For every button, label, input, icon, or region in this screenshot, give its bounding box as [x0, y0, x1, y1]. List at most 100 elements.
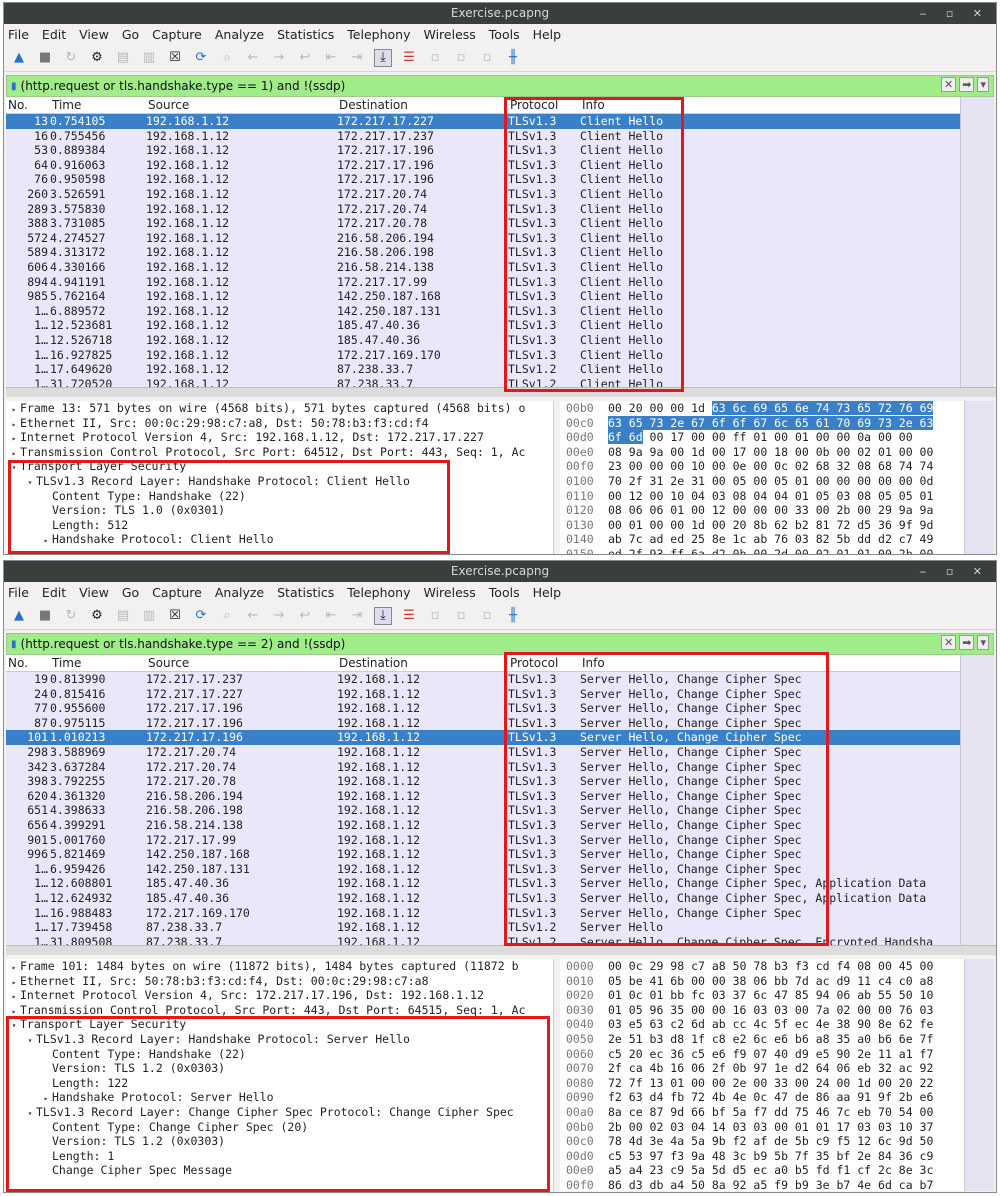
- menu-help[interactable]: Help: [533, 27, 562, 42]
- packet-list-scrollbar[interactable]: [960, 655, 994, 945]
- menu-analyze[interactable]: Analyze: [215, 585, 264, 600]
- detail-row[interactable]: Version: TLS 1.0 (0x0301): [6, 503, 553, 518]
- detail-row[interactable]: Length: 1: [6, 1149, 553, 1164]
- hex-bytes[interactable]: 72 7f 13 01 00 00 2e 00 33 00 24 00 1d 0…: [608, 1076, 933, 1090]
- display-filter-bar[interactable]: ▮ (http.request or tls.handshake.type ==…: [6, 75, 994, 97]
- reload-icon[interactable]: ⟳: [192, 49, 210, 67]
- packet-row[interactable]: 19 0.813990 172.217.17.237 192.168.1.12 TLSv…: [6, 672, 962, 687]
- menu-view[interactable]: View: [79, 585, 109, 600]
- detail-row[interactable]: Version: TLS 1.2 (0x0303): [6, 1061, 553, 1076]
- close-file-icon[interactable]: ☒: [166, 49, 184, 67]
- packet-row[interactable]: 298 3.588969 172.217.20.74 192.168.1.12 TLSv…: [6, 745, 962, 760]
- menu-analyze[interactable]: Analyze: [215, 27, 264, 42]
- autoscroll-icon[interactable]: ⤓: [374, 48, 392, 67]
- window-controls[interactable]: ‒ ▫ ✕: [919, 561, 990, 582]
- hex-bytes[interactable]: 00 20 00 00 1d 63 6c 69 65 6e 74 73 65 7…: [608, 401, 934, 415]
- back-icon[interactable]: ←: [244, 49, 262, 67]
- bookmark-icon[interactable]: ▮: [11, 639, 17, 650]
- expanded-arrow-icon[interactable]: ▾: [24, 1036, 36, 1045]
- expanded-arrow-icon[interactable]: ▾: [24, 478, 36, 487]
- hex-bytes[interactable]: 2e 51 b3 d8 1f c8 e2 6c e6 b6 a8 35 a0 b…: [608, 1032, 933, 1046]
- hex-bytes[interactable]: ab 7c ad ed 25 8e 1c ab 76 03 82 5b dd d…: [608, 532, 933, 546]
- shark-fin-start-icon[interactable]: ▲: [10, 49, 28, 67]
- packet-row[interactable]: 656 4.399291 216.58.214.138 192.168.1.12 TLS…: [6, 818, 962, 833]
- collapsed-arrow-icon[interactable]: ▸: [8, 992, 20, 1001]
- packet-row[interactable]: 620 4.361320 216.58.206.194 192.168.1.12 TLS…: [6, 789, 962, 804]
- packet-row[interactable]: 589 4.313172 192.168.1.12 216.58.206.198 TLS…: [6, 245, 962, 260]
- col-protocol[interactable]: Protocol: [510, 656, 558, 670]
- col-no[interactable]: No.: [8, 98, 28, 112]
- packet-row[interactable]: 1… 12.624932 185.47.40.36 192.168.1.12 TLSv1…: [6, 891, 962, 906]
- hex-bytes[interactable]: 63 65 73 2e 67 6f 6f 67 6c 65 61 70 69 7…: [608, 415, 934, 430]
- col-time[interactable]: Time: [52, 98, 81, 112]
- menu-tools[interactable]: Tools: [489, 585, 520, 600]
- detail-row[interactable]: ▸ Frame 13: 571 bytes on wire (4568 bits)…: [6, 401, 553, 416]
- filter-dropdown-icon[interactable]: ▾: [977, 77, 989, 92]
- hex-bytes[interactable]: 03 e5 63 c2 6d ab cc 4c 5f ec 4e 38 90 8…: [608, 1017, 933, 1031]
- hex-bytes[interactable]: 08 9a 9a 00 1d 00 17 00 18 00 0b 00 02 0…: [608, 445, 933, 459]
- collapsed-arrow-icon[interactable]: ▸: [8, 1007, 20, 1016]
- apply-filter-icon[interactable]: ➡: [959, 635, 975, 650]
- packet-row[interactable]: 1… 31.809508 87.238.33.7 192.168.1.12 TLSv1.…: [6, 935, 962, 945]
- hex-bytes[interactable]: 2f ca 4b 16 06 2f 0b 97 1e d2 64 06 eb 3…: [608, 1061, 933, 1075]
- detail-row[interactable]: ▸ Frame 101: 1484 bytes on wire (11872 bi…: [6, 959, 553, 974]
- hex-bytes[interactable]: a5 a4 23 c9 5a 5d d5 ec a0 b5 fd f1 cf 2…: [608, 1163, 933, 1177]
- detail-row[interactable]: ▾ TLSv1.3 Record Layer: Change Cipher Spe…: [6, 1105, 553, 1120]
- zoom-out-icon[interactable]: ▫: [452, 49, 470, 67]
- menu-edit[interactable]: Edit: [42, 27, 66, 42]
- expanded-arrow-icon[interactable]: ▾: [8, 1021, 20, 1030]
- menu-go[interactable]: Go: [122, 27, 139, 42]
- collapsed-arrow-icon[interactable]: ▸: [8, 420, 20, 429]
- packet-row[interactable]: 894 4.941191 192.168.1.12 172.217.17.99 TLSv…: [6, 275, 962, 290]
- menu-tools[interactable]: Tools: [489, 27, 520, 42]
- expanded-arrow-icon[interactable]: ▾: [8, 463, 20, 472]
- detail-row[interactable]: Content Type: Change Cipher Spec (20): [6, 1120, 553, 1135]
- packet-row[interactable]: 87 0.975115 172.217.17.196 192.168.1.12 TLSv…: [6, 716, 962, 731]
- packet-row[interactable]: 289 3.575830 192.168.1.12 172.217.20.74 TLSv…: [6, 202, 962, 217]
- packet-row[interactable]: 1… 6.889572 192.168.1.12 142.250.187.131 TLS…: [6, 304, 962, 319]
- col-no[interactable]: No.: [8, 656, 28, 670]
- col-destination[interactable]: Destination: [339, 98, 408, 112]
- collapsed-arrow-icon[interactable]: ▸: [8, 434, 20, 443]
- goto-icon[interactable]: ↩: [296, 607, 314, 625]
- packet-row[interactable]: 1… 16.988483 172.217.169.170 192.168.1.12 TL…: [6, 906, 962, 921]
- menu-telephony[interactable]: Telephony: [347, 585, 410, 600]
- packet-row[interactable]: 76 0.950598 192.168.1.12 172.217.17.196 TLSv…: [6, 172, 962, 187]
- menu-edit[interactable]: Edit: [42, 585, 66, 600]
- forward-icon[interactable]: →: [270, 607, 288, 625]
- packet-row[interactable]: 1… 12.523681 192.168.1.12 185.47.40.36 TLSv1…: [6, 318, 962, 333]
- packet-row[interactable]: 64 0.916063 192.168.1.12 172.217.17.196 TLSv…: [6, 158, 962, 173]
- packet-row[interactable]: 16 0.755456 192.168.1.12 172.217.17.237 TLSv…: [6, 129, 962, 144]
- collapsed-arrow-icon[interactable]: ▸: [8, 963, 20, 972]
- display-filter-bar[interactable]: ▮ (http.request or tls.handshake.type ==…: [6, 633, 994, 655]
- packet-row[interactable]: 342 3.637284 172.217.20.74 192.168.1.12 TLSv…: [6, 760, 962, 775]
- resize-columns-icon[interactable]: ╫: [504, 607, 522, 625]
- detail-row[interactable]: ▸ Internet Protocol Version 4, Src: 192.1…: [6, 430, 553, 445]
- bytes-scrollbar[interactable]: [964, 959, 994, 1191]
- hex-bytes[interactable]: 01 05 96 35 00 00 16 03 03 00 7a 02 00 0…: [608, 1003, 933, 1017]
- packet-row[interactable]: 606 4.330166 192.168.1.12 216.58.214.138 TLS…: [6, 260, 962, 275]
- detail-row[interactable]: ▸ Ethernet II, Src: 50:78:b3:f3:cd:f4, Ds…: [6, 974, 553, 989]
- shark-fin-start-icon[interactable]: ▲: [10, 607, 28, 625]
- hex-bytes[interactable]: 23 00 00 00 10 00 0e 00 0c 02 68 32 08 6…: [608, 459, 933, 473]
- hex-bytes[interactable]: 86 d3 db a4 50 8a 92 a5 f9 b9 3e b7 4e 6…: [608, 1178, 933, 1191]
- packet-list-scrollbar[interactable]: [960, 97, 994, 387]
- restart-icon[interactable]: ↻: [62, 49, 80, 67]
- col-info[interactable]: Info: [582, 656, 605, 670]
- menu-telephony[interactable]: Telephony: [347, 27, 410, 42]
- window-controls[interactable]: ‒ ▫ ✕: [919, 3, 990, 24]
- menu-file[interactable]: File: [8, 585, 29, 600]
- detail-row[interactable]: ▸ Transmission Control Protocol, Src Port…: [6, 1003, 553, 1018]
- zoom-out-icon[interactable]: ▫: [452, 607, 470, 625]
- packet-row[interactable]: 901 5.001760 172.217.17.99 192.168.1.12 TLSv…: [6, 833, 962, 848]
- hex-bytes[interactable]: f2 63 d4 fb 72 4b 4e 0c 47 de 86 aa 91 9…: [608, 1090, 933, 1104]
- detail-row[interactable]: ▾ TLSv1.3 Record Layer: Handshake Protoco…: [6, 1032, 553, 1047]
- normal-size-icon[interactable]: ▫: [478, 607, 496, 625]
- display-filter-input[interactable]: (http.request or tls.handshake.type == 1…: [21, 79, 346, 93]
- collapsed-arrow-icon[interactable]: ▸: [40, 536, 52, 545]
- menu-capture[interactable]: Capture: [152, 585, 202, 600]
- detail-row[interactable]: Length: 512: [6, 518, 553, 533]
- detail-row[interactable]: ▾ Transport Layer Security: [6, 1017, 553, 1032]
- packet-row[interactable]: 651 4.398633 216.58.206.198 192.168.1.12 TLS…: [6, 803, 962, 818]
- packet-row[interactable]: 572 4.274527 192.168.1.12 216.58.206.194 TLS…: [6, 231, 962, 246]
